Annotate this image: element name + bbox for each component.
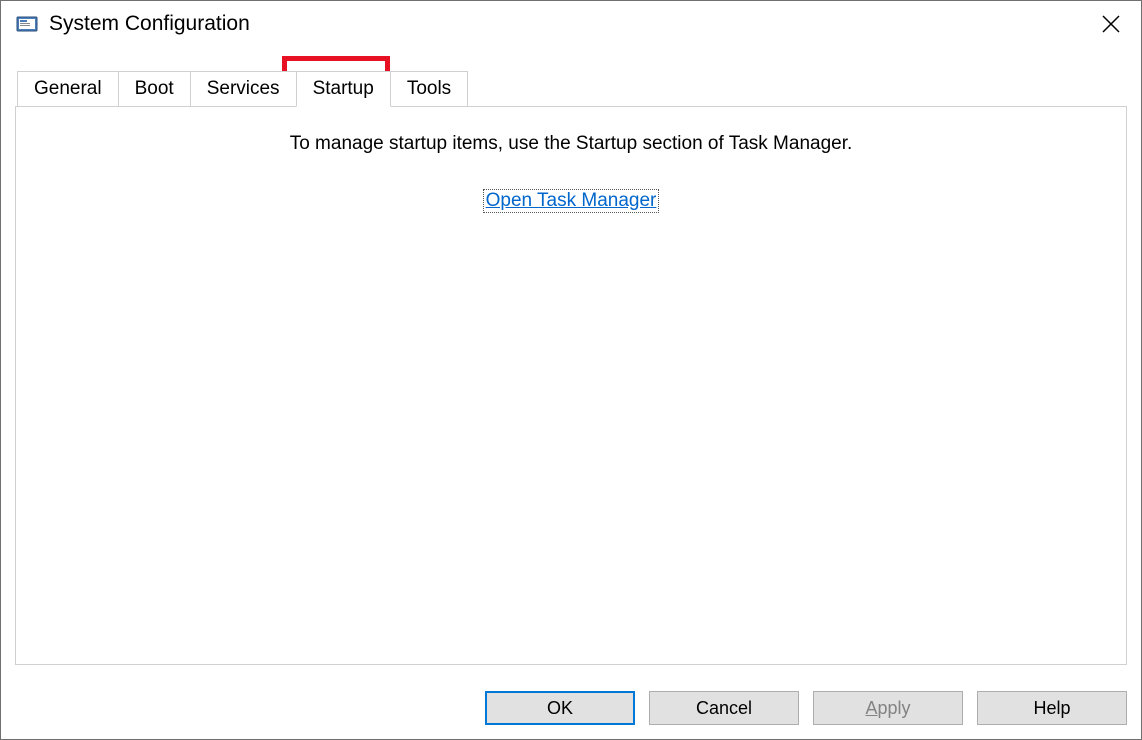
tab-tools[interactable]: Tools [390, 71, 468, 106]
tab-area: General Boot Services Startup Tools To m… [1, 47, 1141, 679]
open-task-manager-link[interactable]: Open Task Manager [483, 189, 660, 213]
tab-boot[interactable]: Boot [118, 71, 191, 106]
tab-strip: General Boot Services Startup Tools [17, 71, 1127, 106]
tab-content: To manage startup items, use the Startup… [15, 106, 1127, 665]
system-configuration-window: System Configuration General Boot Servic… [0, 0, 1142, 740]
help-button[interactable]: Help [977, 691, 1127, 725]
tab-services[interactable]: Services [190, 71, 297, 106]
ok-button[interactable]: OK [485, 691, 635, 725]
apply-button: Apply [813, 691, 963, 725]
link-container: Open Task Manager [36, 189, 1106, 213]
apply-mnemonic: A [865, 698, 877, 718]
tab-startup[interactable]: Startup [296, 71, 391, 107]
cancel-button[interactable]: Cancel [649, 691, 799, 725]
titlebar: System Configuration [1, 1, 1141, 47]
close-button[interactable] [1081, 1, 1141, 47]
app-icon [15, 12, 39, 36]
startup-info-text: To manage startup items, use the Startup… [36, 133, 1106, 155]
window-title: System Configuration [49, 12, 250, 36]
apply-label-rest: pply [877, 698, 910, 718]
dialog-button-row: OK Cancel Apply Help [1, 679, 1141, 739]
tab-general[interactable]: General [17, 71, 119, 106]
